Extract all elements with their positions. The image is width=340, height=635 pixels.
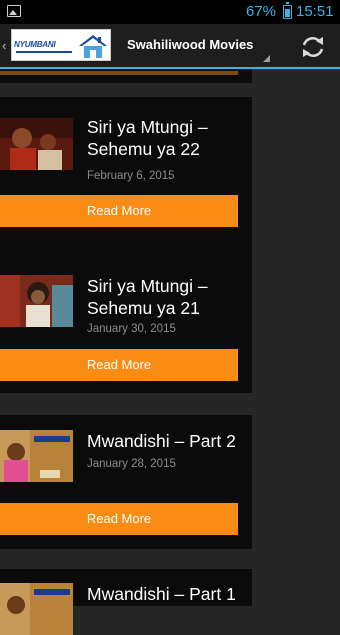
image-notification-icon — [7, 5, 21, 17]
post-card: Mwandishi – Part 2 January 28, 2015 Read… — [0, 415, 252, 549]
category-spinner[interactable]: Swahiliwood Movies — [127, 37, 253, 52]
post-title[interactable]: Siri ya Mtungi – Sehemu ya 21 — [87, 275, 247, 319]
clock: 15:51 — [296, 3, 334, 20]
logo-underline — [16, 51, 72, 53]
post-date: January 28, 2015 — [87, 458, 176, 470]
read-more-button[interactable]: Read More — [0, 349, 238, 381]
status-bar: 67% 15:51 — [0, 0, 340, 24]
battery-icon — [283, 2, 292, 19]
spinner-dropdown-icon[interactable] — [263, 55, 270, 62]
app-logo[interactable]: NYUMBANI — [11, 29, 111, 61]
post-thumbnail[interactable] — [0, 583, 73, 635]
post-card: Siri ya Mtungi – Sehemu ya 21 January 30… — [0, 260, 252, 393]
action-bar: ‹ NYUMBANI Swahiliwood Movies — [0, 24, 340, 69]
post-thumbnail[interactable] — [0, 275, 73, 327]
post-thumbnail[interactable] — [0, 430, 73, 482]
post-title[interactable]: Mwandishi – Part 1 — [87, 583, 247, 605]
up-navigation-icon[interactable]: ‹ — [2, 38, 6, 53]
read-more-button[interactable]: Read More — [0, 503, 238, 535]
read-more-button[interactable]: Read More — [0, 195, 238, 227]
post-thumbnail[interactable] — [0, 118, 73, 170]
post-date: February 6, 2015 — [87, 170, 175, 182]
battery-percent: 67% — [246, 3, 277, 20]
post-title[interactable]: Siri ya Mtungi – Sehemu ya 22 — [87, 116, 247, 160]
partial-card — [0, 69, 252, 83]
post-card: Mwandishi – Part 1 — [0, 569, 252, 635]
post-title[interactable]: Mwandishi – Part 2 — [87, 430, 247, 452]
post-date: January 30, 2015 — [87, 323, 176, 335]
refresh-icon[interactable] — [299, 33, 327, 61]
logo-text: NYUMBANI — [14, 40, 56, 49]
house-icon — [79, 35, 107, 58]
